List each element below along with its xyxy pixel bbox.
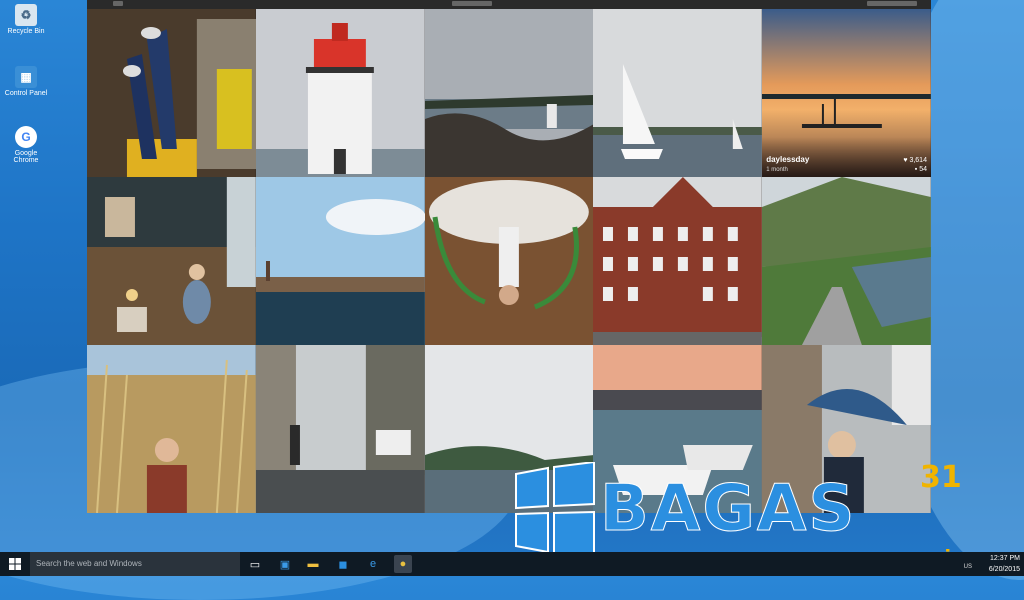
window-controls[interactable] <box>867 1 917 6</box>
photo-tile-lighthouse[interactable] <box>255 9 425 177</box>
photo-username[interactable]: daylessday <box>766 155 809 164</box>
taskbar-search-box[interactable]: Search the web and Windows <box>30 552 240 576</box>
photo-overlay: daylessday 1 month ♥ 3,614 ▪ 54 <box>762 137 931 177</box>
photo-tile-harbor-boats[interactable] <box>593 345 763 513</box>
photo-tile-sunset-harbor[interactable]: daylessday 1 month ♥ 3,614 ▪ 54 <box>762 9 931 177</box>
windows-start-icon <box>9 558 21 570</box>
app-title-bar <box>87 0 931 9</box>
chrome-icon: G <box>15 126 37 148</box>
clock-time: 12:37 PM <box>990 555 1020 562</box>
start-button[interactable] <box>0 552 30 576</box>
desktop-icon-recycle-bin[interactable]: ♻ Recycle Bin <box>4 4 48 35</box>
photo-tile-rocky-coast[interactable] <box>424 9 594 177</box>
photo-tile-brick-building[interactable] <box>593 177 763 345</box>
language-indicator[interactable]: US <box>964 564 972 570</box>
clock[interactable]: 12:37 PM 6/20/2015 <box>989 553 1020 575</box>
photo-grid: daylessday 1 month ♥ 3,614 ▪ 54 <box>87 9 931 513</box>
comments-count: ▪ 54 <box>914 166 927 173</box>
photo-gallery-window: daylessday 1 month ♥ 3,614 ▪ 54 <box>87 0 931 513</box>
task-view-icon[interactable]: ▭ <box>246 555 264 573</box>
photo-tile-city-waterfront[interactable] <box>255 177 425 345</box>
chrome-icon[interactable]: ● <box>394 555 412 573</box>
photo-tile-bride-on-floor[interactable] <box>424 177 594 345</box>
photo-tile-woman-in-room[interactable] <box>87 177 256 345</box>
photo-time: 1 month <box>766 167 788 173</box>
desktop-icon-label: Recycle Bin <box>7 28 45 35</box>
desktop-icon-chrome[interactable]: G Google Chrome <box>4 126 48 164</box>
photo-tile-rainy-street[interactable] <box>255 345 425 513</box>
clock-date: 6/20/2015 <box>988 566 1020 573</box>
store-icon[interactable]: ▣ <box>276 555 294 573</box>
title-bar-controls[interactable] <box>452 1 492 6</box>
edge-icon[interactable]: e <box>364 555 382 573</box>
photo-tile-woman-in-reeds[interactable] <box>87 345 256 513</box>
desktop-icon-label: Control Panel <box>4 90 48 97</box>
photo-tile-sailboat[interactable] <box>593 9 763 177</box>
likes-value: 3,614 <box>909 157 927 164</box>
desktop-icon-control-panel[interactable]: ▦ Control Panel <box>4 66 48 97</box>
photo-tile-legs-on-bench[interactable] <box>87 9 256 177</box>
outlook-icon[interactable]: ◼ <box>334 555 352 573</box>
photo-tile-misty-hills[interactable] <box>424 345 594 513</box>
back-icon[interactable] <box>113 1 123 6</box>
file-explorer-icon[interactable]: ▬ <box>304 555 322 573</box>
recycle-bin-icon: ♻ <box>15 4 37 26</box>
photo-tile-woman-with-umbrella[interactable] <box>762 345 931 513</box>
desktop-icon-label: Google Chrome <box>13 150 39 164</box>
taskbar: Search the web and Windows ▭ ▣ ▬ ◼ e ● U… <box>0 552 1024 576</box>
control-panel-icon: ▦ <box>15 66 37 88</box>
photo-tile-coastal-road[interactable] <box>762 177 931 345</box>
comments-value: 54 <box>919 166 927 173</box>
likes-count: ♥ 3,614 <box>903 157 927 164</box>
